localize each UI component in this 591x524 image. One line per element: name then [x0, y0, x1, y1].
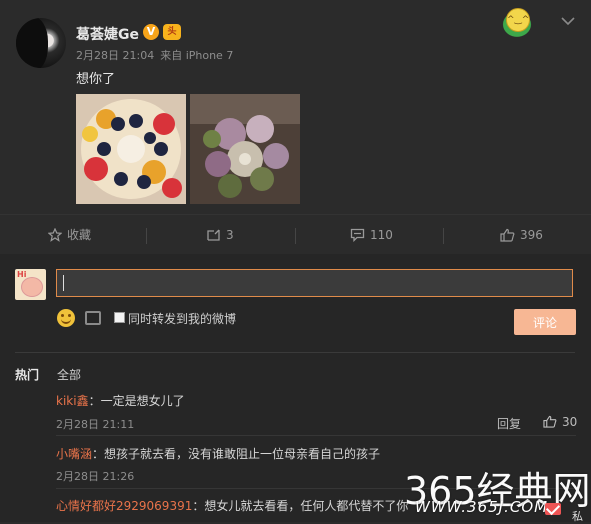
forward-checkbox-label[interactable]: 同时转发到我的微博	[128, 310, 236, 327]
comment-like-count: 30	[562, 415, 578, 429]
comment-username[interactable]: kiki鑫	[56, 394, 89, 408]
action-divider	[443, 228, 444, 244]
comment-icon	[350, 228, 365, 243]
comment-item: kiki鑫：一定是想女儿了	[56, 392, 185, 409]
post-timestamp[interactable]: 2月28日 21:04	[76, 49, 154, 62]
fruit-cake-photo[interactable]	[76, 94, 186, 204]
verified-badge: V	[143, 24, 159, 40]
comment-username[interactable]: 小嘴涵	[56, 447, 92, 461]
repost-count: 3	[226, 228, 234, 242]
weibo-post: 葛荟婕Ge V 头 2月28日 21:04 来自 iPhone 7 想你了 ^‿…	[0, 0, 591, 214]
author-name[interactable]: 葛荟婕Ge	[76, 24, 139, 44]
like-count: 396	[520, 228, 543, 242]
submit-comment-button[interactable]: 评论	[514, 309, 576, 335]
comment-timestamp: 2月28日 21:11	[56, 418, 135, 431]
comment-like-button[interactable]: 30	[543, 415, 577, 429]
chevron-down-icon[interactable]	[561, 12, 575, 30]
comment-item: 心情好都好2929069391：想女儿就去看看，任何人都代替不了你	[56, 497, 408, 514]
action-divider	[146, 228, 147, 244]
comment-button[interactable]: 110	[350, 215, 393, 255]
comment-username[interactable]: 心情好都好2929069391	[56, 499, 192, 513]
watermark-url: WWW.365J.COM	[415, 498, 549, 516]
post-source: 来自 iPhone 7	[160, 49, 234, 62]
post-meta: 2月28日 21:04 来自 iPhone 7	[76, 47, 233, 63]
forward-checkbox[interactable]	[114, 312, 125, 323]
star-icon	[47, 227, 63, 242]
post-text: 想你了	[76, 72, 116, 87]
flower-bouquet-photo[interactable]	[190, 94, 300, 204]
thumbs-up-icon	[500, 228, 515, 242]
level-badge: 头	[163, 24, 181, 40]
favorite-button[interactable]: 收藏	[47, 215, 92, 255]
repost-button[interactable]: 3	[206, 215, 234, 255]
text-caret	[63, 275, 64, 291]
comment-text: ：一定是想女儿了	[88, 394, 185, 408]
current-user-avatar[interactable]: Hi	[15, 269, 46, 300]
comment-divider	[56, 435, 576, 436]
favorite-label: 收藏	[67, 228, 92, 242]
comment-sort-tabs: 热门 全部	[15, 366, 81, 383]
tab-hot[interactable]: 热门	[15, 368, 39, 382]
emoji-icon[interactable]	[57, 309, 75, 327]
author-avatar[interactable]	[16, 18, 66, 68]
mascot-decoration: ^‿^	[494, 4, 540, 38]
comment-input[interactable]	[56, 269, 573, 297]
reply-button[interactable]: 回复	[497, 415, 521, 432]
section-divider	[15, 352, 575, 353]
repost-icon	[207, 229, 220, 241]
tab-all[interactable]: 全部	[57, 368, 81, 382]
action-divider	[295, 228, 296, 244]
comment-item: 小嘴涵：想孩子就去看，没有谁敢阻止一位母亲看自己的孩子	[56, 445, 380, 462]
thumbs-up-icon	[543, 415, 557, 428]
comment-count: 110	[370, 228, 393, 242]
comment-text: ：想孩子就去看，没有谁敢阻止一位母亲看自己的孩子	[92, 447, 381, 461]
comment-timestamp: 2月28日 21:26	[56, 470, 135, 483]
like-button[interactable]: 396	[500, 215, 543, 255]
image-icon[interactable]	[85, 311, 101, 325]
mail-icon[interactable]	[545, 503, 561, 515]
comment-text: ：想女儿就去看看，任何人都代替不了你	[192, 499, 409, 513]
action-bar: 收藏 3 110 396	[0, 214, 591, 255]
